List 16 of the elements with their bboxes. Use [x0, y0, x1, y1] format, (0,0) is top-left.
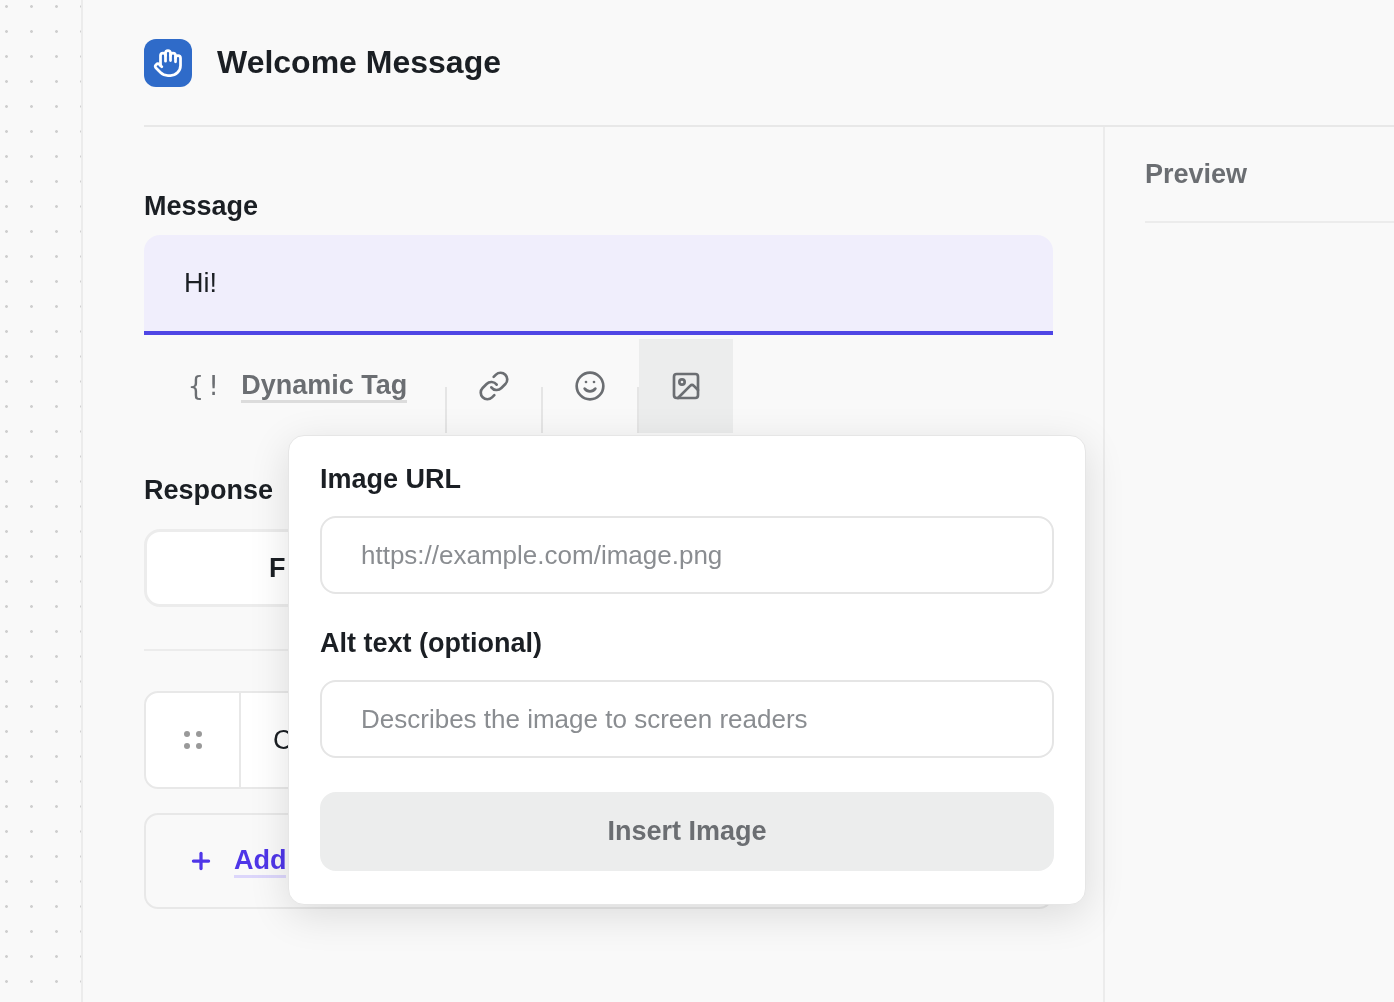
- preview-title: Preview: [1145, 127, 1394, 223]
- message-label: Message: [144, 190, 260, 223]
- image-url-label: Image URL: [320, 463, 463, 496]
- image-url-field[interactable]: https://example.com/image.png: [320, 516, 1054, 594]
- page-title: Welcome Message: [217, 44, 501, 81]
- brace-icon: {!: [188, 371, 224, 401]
- alt-text-field[interactable]: Describes the image to screen readers: [320, 680, 1054, 758]
- link-icon: [478, 370, 511, 402]
- drag-handle-icon[interactable]: [181, 729, 204, 751]
- image-button[interactable]: [639, 339, 734, 433]
- hand-icon: [153, 47, 183, 78]
- message-field[interactable]: Hi!: [144, 235, 1053, 335]
- response-heading: Response: [144, 474, 274, 507]
- smiley-icon: [574, 370, 607, 402]
- dynamic-tag-button[interactable]: {! Dynamic Tag: [144, 339, 446, 433]
- alt-text-label: Alt text (optional): [320, 627, 543, 660]
